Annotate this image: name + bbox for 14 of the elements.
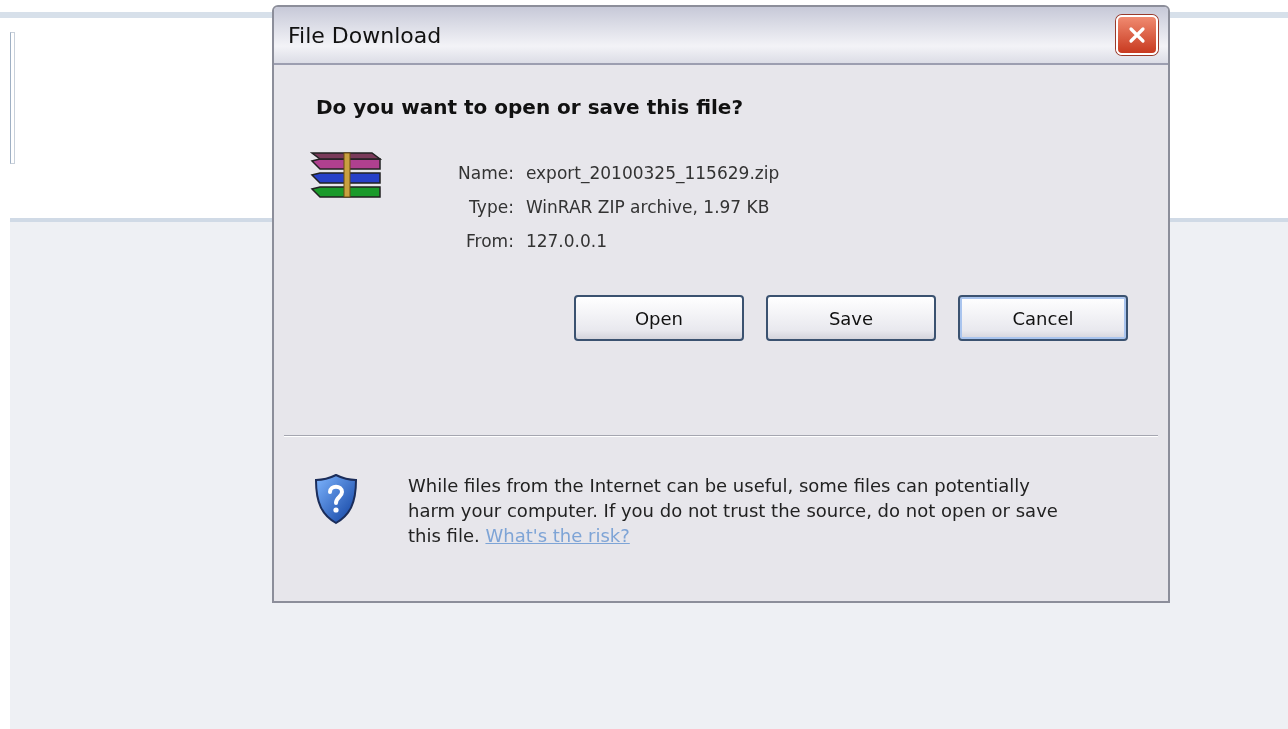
- close-button[interactable]: [1116, 15, 1158, 55]
- warning-message: While files from the Internet can be useful, some files can potentially harm your computer. If you do not trust the source, do not open or save this file. What's the risk?: [408, 474, 1059, 549]
- dialog-button[interactable]: Save: [766, 295, 936, 341]
- field-value: 127.0.0.1: [525, 231, 608, 251]
- dialog-button[interactable]: Open: [574, 295, 744, 341]
- window-title: File Download: [288, 22, 442, 48]
- field-label: Type:: [468, 197, 514, 217]
- dialog-question: Do you want to open or save this file?: [316, 95, 744, 119]
- field-label: From:: [465, 231, 514, 251]
- dialog-button[interactable]: Cancel: [958, 295, 1128, 341]
- field-value: WinRAR ZIP archive, 1.97 KB: [525, 197, 771, 217]
- field-value: export_20100325_115629.zip: [525, 163, 780, 183]
- field-label: Name:: [458, 163, 514, 183]
- shield-question-icon: [314, 473, 358, 525]
